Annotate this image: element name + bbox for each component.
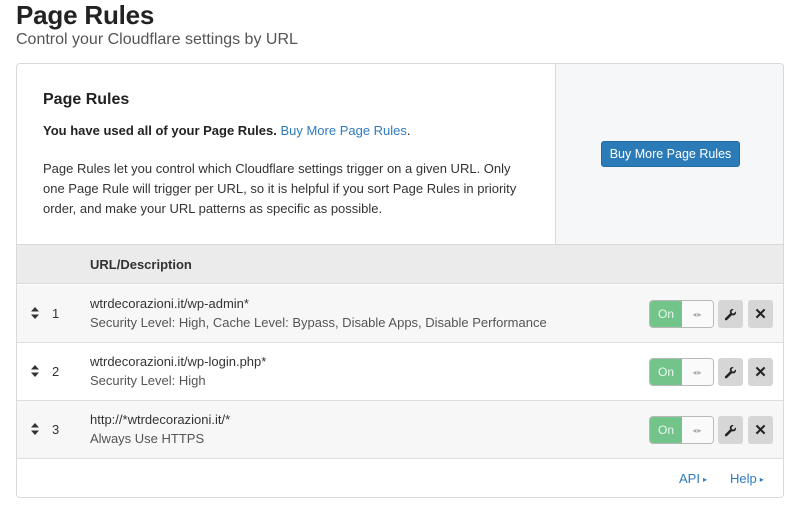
rule-description: Always Use HTTPS <box>90 431 205 446</box>
section-title: Page Rules <box>43 91 130 108</box>
toggle-on-label: On <box>650 417 682 443</box>
close-icon: ✕ <box>754 421 767 439</box>
api-link[interactable]: API ▸ <box>679 471 707 486</box>
card-footer: API ▸ Help ▸ <box>17 458 783 497</box>
toggle-on-label: On <box>650 301 682 327</box>
page-rules-card: Page Rules You have used all of your Pag… <box>16 63 784 498</box>
sort-handle-icon[interactable] <box>30 422 40 436</box>
rule-enabled-toggle[interactable]: On ◂▸ <box>649 416 714 444</box>
column-header-url-description: URL/Description <box>90 257 192 272</box>
toggle-on-label: On <box>650 359 682 385</box>
rule-priority: 1 <box>52 306 60 321</box>
rule-enabled-toggle[interactable]: On ◂▸ <box>649 300 714 328</box>
close-icon: ✕ <box>754 363 767 381</box>
info-text-panel: Page Rules You have used all of your Pag… <box>17 64 555 244</box>
close-icon: ✕ <box>754 305 767 323</box>
table-row: 1 wtrdecorazioni.it/wp-admin* Security L… <box>17 285 783 343</box>
caret-right-icon: ▸ <box>702 475 707 484</box>
caret-right-icon: ▸ <box>759 475 764 484</box>
edit-rule-button[interactable] <box>718 416 743 444</box>
delete-rule-button[interactable]: ✕ <box>748 300 773 328</box>
rule-description: Security Level: High <box>90 373 206 388</box>
page-title: Page Rules <box>16 0 155 30</box>
usage-notice: You have used all of your Page Rules. Bu… <box>43 123 529 138</box>
delete-rule-button[interactable]: ✕ <box>748 416 773 444</box>
edit-rule-button[interactable] <box>718 300 743 328</box>
rule-priority: 3 <box>52 422 60 437</box>
usage-notice-text: You have used all of your Page Rules. <box>43 123 277 138</box>
info-section: Page Rules You have used all of your Pag… <box>17 64 783 244</box>
api-link-label: API <box>679 471 700 486</box>
buy-more-page-rules-button[interactable]: Buy More Page Rules <box>601 141 740 167</box>
page-rules-description: Page Rules let you control which Cloudfl… <box>43 161 517 216</box>
period: . <box>406 123 411 138</box>
rule-description: Security Level: High, Cache Level: Bypas… <box>90 315 547 330</box>
info-action-panel: Buy More Page Rules <box>555 64 783 244</box>
buy-more-link[interactable]: Buy More Page Rules <box>280 123 406 138</box>
help-link-label: Help <box>730 471 757 486</box>
wrench-icon <box>724 308 737 320</box>
rule-url: http://*wtrdecorazioni.it/* <box>90 412 231 427</box>
help-link[interactable]: Help ▸ <box>730 471 764 486</box>
toggle-handle-icon: ◂▸ <box>682 301 713 327</box>
sort-handle-icon[interactable] <box>30 364 40 378</box>
toggle-handle-icon: ◂▸ <box>682 359 713 385</box>
delete-rule-button[interactable]: ✕ <box>748 358 773 386</box>
rule-url: wtrdecorazioni.it/wp-login.php* <box>90 354 267 369</box>
edit-rule-button[interactable] <box>718 358 743 386</box>
table-row: 2 wtrdecorazioni.it/wp-login.php* Securi… <box>17 343 783 401</box>
toggle-handle-icon: ◂▸ <box>682 417 713 443</box>
wrench-icon <box>724 424 737 436</box>
table-header: URL/Description <box>17 244 783 284</box>
rule-priority: 2 <box>52 364 60 379</box>
rule-url: wtrdecorazioni.it/wp-admin* <box>90 296 249 311</box>
table-row: 3 http://*wtrdecorazioni.it/* Always Use… <box>17 401 783 459</box>
wrench-icon <box>724 366 737 378</box>
rule-enabled-toggle[interactable]: On ◂▸ <box>649 358 714 386</box>
page-subtitle: Control your Cloudflare settings by URL <box>16 31 298 48</box>
sort-handle-icon[interactable] <box>30 306 40 320</box>
